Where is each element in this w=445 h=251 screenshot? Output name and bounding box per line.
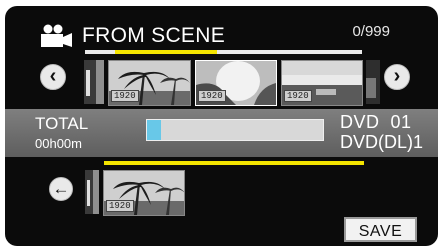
thumbnail[interactable] — [84, 60, 104, 104]
resolution-badge: 1920 — [106, 200, 134, 212]
selected-thumbnail[interactable]: 1920 — [103, 170, 185, 216]
resolution-badge: 1920 — [284, 90, 312, 102]
back-button[interactable]: ← — [49, 177, 73, 201]
thumbnail-selected[interactable]: 1920 — [195, 60, 277, 106]
capacity-bar — [146, 119, 324, 141]
thumbnail[interactable]: 1920 — [281, 60, 363, 106]
screen: FROM SCENE 0/999 ‹ 1920 1920 1920 › TOTA… — [5, 6, 438, 246]
scene-counter: 0/999 — [352, 23, 390, 40]
total-label: TOTAL — [35, 114, 89, 133]
chevron-left-icon: ‹ — [49, 65, 57, 87]
page-title: FROM SCENE — [82, 24, 226, 47]
selected-range-indicator — [104, 161, 364, 165]
disc-type: DVD 01 — [340, 112, 412, 132]
arrow-left-icon: ← — [52, 179, 70, 198]
disc-layer: DVD(DL)1 — [340, 132, 424, 152]
resolution-badge: 1920 — [198, 90, 226, 102]
scene-image — [366, 60, 380, 104]
video-camera-icon — [41, 24, 72, 47]
thumbnail[interactable]: 1920 — [108, 60, 191, 106]
resolution-badge: 1920 — [111, 90, 139, 102]
next-page-button[interactable]: › — [384, 64, 410, 90]
scene-image — [85, 170, 99, 214]
strip-selection-indicator — [115, 50, 217, 54]
total-time: 00h00m — [35, 136, 82, 151]
save-button[interactable]: SAVE — [344, 217, 417, 242]
prev-page-button[interactable]: ‹ — [40, 64, 66, 90]
selected-thumbnail[interactable] — [85, 170, 99, 214]
scene-image — [84, 60, 104, 104]
thumbnail[interactable] — [366, 60, 380, 104]
capacity-fill — [147, 120, 162, 140]
chevron-right-icon: › — [393, 65, 401, 87]
